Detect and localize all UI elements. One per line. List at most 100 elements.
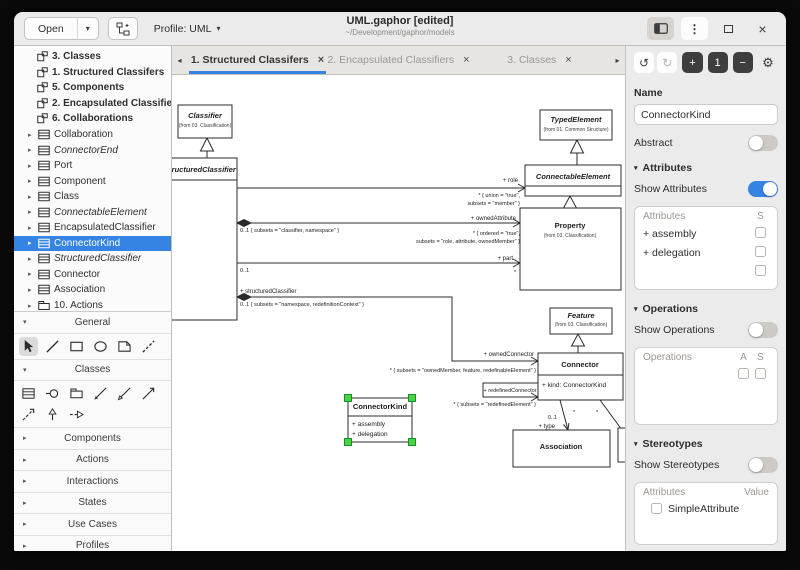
generalization-connectableelement-typedelement[interactable] [571, 140, 584, 165]
tab-encapsulated-classifiers[interactable]: 2. Encapsulated Classifiers × [328, 46, 469, 74]
tab-close-icon[interactable]: × [318, 54, 324, 66]
static-checkbox[interactable] [755, 368, 766, 379]
tool-association[interactable] [139, 384, 158, 403]
tool-ellipse[interactable] [91, 337, 110, 356]
stereotype-checkbox[interactable] [651, 503, 662, 514]
expander-icon[interactable]: ▾ [23, 366, 27, 374]
tree-item-association[interactable]: ▸ Association [14, 282, 171, 298]
expander-icon[interactable]: ▸ [23, 542, 27, 550]
tree-item-10-actions[interactable]: ▸ 10. Actions [14, 298, 171, 311]
tree-item-connectorkind[interactable]: ▸ ConnectorKind [14, 236, 171, 252]
expander-icon[interactable]: ▸ [28, 286, 38, 294]
tool-shared-association[interactable] [115, 384, 134, 403]
zoom-out-button[interactable]: − [733, 52, 753, 73]
tool-composite-association[interactable] [91, 384, 110, 403]
tool-package[interactable] [67, 384, 86, 403]
node-connector-kind-selected[interactable]: ConnectorKind + assembly + delegation [345, 395, 416, 446]
toolbox-section-general[interactable]: ▾ General [14, 312, 171, 334]
node-typed-element[interactable]: TypedElement (from 01. Common Structure) [540, 110, 612, 140]
operation-row-empty[interactable] [635, 365, 777, 384]
toolbox-section-components[interactable]: ▸ Components [14, 428, 171, 450]
expander-icon[interactable]: ▸ [23, 520, 27, 528]
generalization-property-connectableelement[interactable] [564, 196, 577, 208]
tabs-scroll-left[interactable]: ◂ [172, 46, 187, 74]
expander-icon[interactable]: ▸ [28, 162, 38, 170]
tree-item-6-collaborations[interactable]: 6. Collaborations [14, 111, 171, 127]
toolbox-section-classes[interactable]: ▾ Classes [14, 360, 171, 382]
zoom-original-button[interactable]: 1 [708, 52, 728, 73]
abstract-checkbox[interactable] [738, 368, 749, 379]
attribute-row[interactable]: + assembly [635, 224, 777, 243]
expander-icon[interactable]: ▸ [23, 434, 27, 442]
tree-item-1-structured-classifers[interactable]: 1. Structured Classifers [14, 65, 171, 81]
tree-item-3-classes[interactable]: 3. Classes [14, 49, 171, 65]
show-stereotypes-toggle[interactable] [748, 457, 778, 473]
attributes-section-header[interactable]: ▾ Attributes [634, 162, 778, 174]
settings-button[interactable]: ⚙ [758, 52, 778, 73]
tool-interface[interactable] [43, 384, 62, 403]
node-classifier[interactable]: Classifier (from 03. Classification) [178, 105, 232, 138]
expander-icon[interactable]: ▸ [28, 239, 38, 247]
expander-icon[interactable]: ▸ [23, 499, 27, 507]
stereotypes-section-header[interactable]: ▾ Stereotypes [634, 438, 778, 450]
expander-icon[interactable]: ▸ [28, 302, 38, 310]
redo-button[interactable]: ↻ [657, 52, 677, 73]
window-restore-button[interactable] [715, 17, 742, 40]
attribute-row-empty[interactable] [635, 262, 777, 281]
edge-association-end2[interactable] [600, 400, 622, 430]
expander-icon[interactable]: ▸ [28, 255, 38, 263]
tool-comment[interactable] [115, 337, 134, 356]
tool-pointer[interactable] [19, 337, 38, 356]
tool-class[interactable] [19, 384, 38, 403]
toolbox-section-interactions[interactable]: ▸ Interactions [14, 471, 171, 493]
attribute-row[interactable]: + delegation [635, 243, 777, 262]
node-association[interactable]: Association [513, 430, 610, 467]
tree-item-5-components[interactable]: 5. Components [14, 80, 171, 96]
stereotype-row[interactable]: SimpleAttribute [635, 500, 777, 517]
expander-icon[interactable]: ▸ [28, 177, 38, 185]
tree-item-2-encapsulated-classifiers[interactable]: 2. Encapsulated Classifiers [14, 96, 171, 112]
open-button[interactable]: Open [25, 18, 78, 39]
toolbox-section-actions[interactable]: ▸ Actions [14, 450, 171, 472]
toolbox-section-profiles[interactable]: ▸ Profiles [14, 536, 171, 552]
tool-box[interactable] [67, 337, 86, 356]
node-connectable-element[interactable]: ConnectableElement [525, 165, 621, 196]
tree-item-connector[interactable]: ▸ Connector [14, 267, 171, 283]
tree-item-connectableelement[interactable]: ▸ ConnectableElement [14, 204, 171, 220]
expander-icon[interactable]: ▸ [23, 477, 27, 485]
show-operations-toggle[interactable] [748, 322, 778, 338]
tab-structured-classifers[interactable]: 1. Structured Classifers × [187, 46, 328, 74]
tree-item-collaboration[interactable]: ▸ Collaboration [14, 127, 171, 143]
edge-part-association[interactable] [237, 259, 520, 267]
tool-interface-realization[interactable] [67, 405, 86, 424]
abstract-toggle[interactable] [748, 135, 778, 151]
edge-role-association[interactable] [237, 184, 525, 192]
node-feature[interactable]: Feature (from 03. Classification) [550, 308, 612, 334]
static-checkbox[interactable] [755, 227, 766, 238]
node-clipped-right[interactable] [618, 428, 625, 462]
tree-item-encapsulatedclassifier[interactable]: ▸ EncapsulatedClassifier [14, 220, 171, 236]
show-attributes-toggle[interactable] [748, 181, 778, 197]
tool-line[interactable] [43, 337, 62, 356]
expander-icon[interactable]: ▸ [28, 193, 38, 201]
expander-icon[interactable]: ▸ [28, 131, 38, 139]
tool-dependency[interactable] [19, 405, 38, 424]
expander-icon[interactable]: ▾ [23, 318, 27, 326]
window-close-button[interactable]: × [749, 17, 776, 40]
toolbox-section-states[interactable]: ▸ States [14, 493, 171, 515]
tool-comment-line[interactable] [139, 337, 158, 356]
open-dropdown-arrow[interactable]: ▾ [78, 18, 98, 39]
tab-classes[interactable]: 3. Classes × [469, 46, 610, 74]
tree-item-port[interactable]: ▸ Port [14, 158, 171, 174]
static-checkbox[interactable] [755, 246, 766, 257]
tool-generalization[interactable] [43, 405, 62, 424]
tree-item-structuredclassifier[interactable]: ▸ StructuredClassifier [14, 251, 171, 267]
main-menu-button[interactable]: ⋮ [681, 17, 708, 40]
tree-item-class[interactable]: ▸ Class [14, 189, 171, 205]
expander-icon[interactable]: ▸ [28, 270, 38, 278]
toggle-sidebar-button[interactable] [647, 17, 674, 40]
profile-button[interactable]: Profile: UML ▾ [148, 17, 227, 40]
edge-type-association[interactable] [560, 400, 569, 430]
node-property[interactable]: Property (from 03. Classification) [520, 208, 621, 290]
generalization-structuredclassifier-classifier[interactable] [201, 138, 214, 158]
